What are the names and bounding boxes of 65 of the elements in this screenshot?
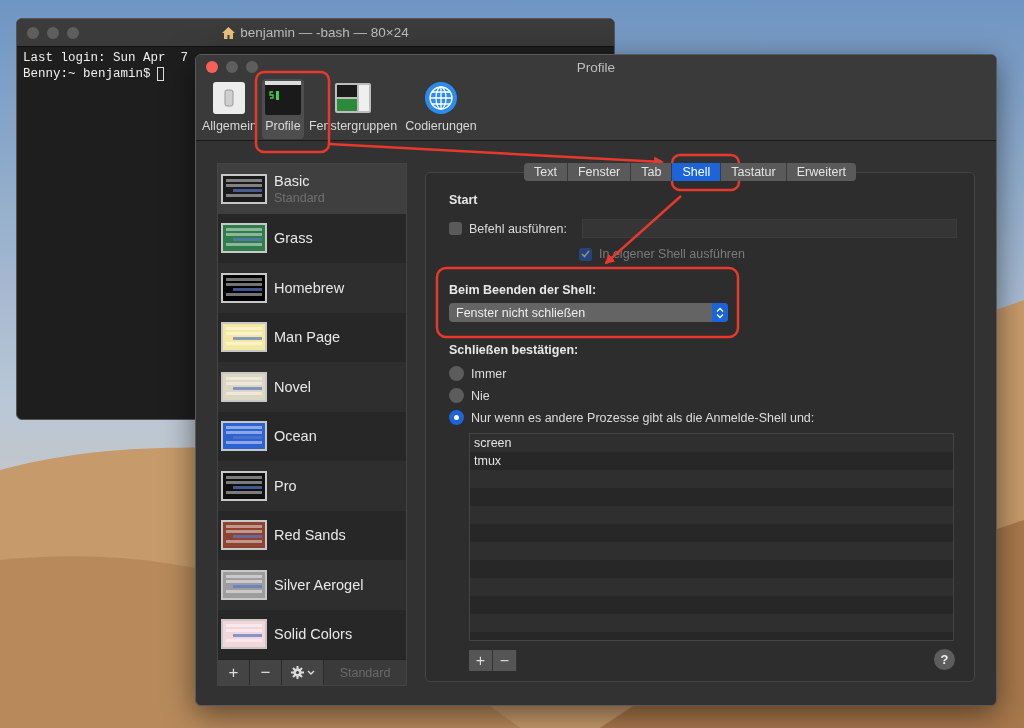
cursor-icon <box>156 67 164 81</box>
add-button[interactable]: + <box>218 660 250 685</box>
minimize-button[interactable] <box>47 26 59 39</box>
windows-icon <box>335 81 371 115</box>
tab[interactable]: Fenster <box>567 163 632 181</box>
terminal-line: Benny:~ benjamin$ <box>23 66 151 82</box>
stepper-icon <box>716 306 724 319</box>
toolbar-button[interactable]: Codierungen <box>402 79 480 139</box>
radio-button[interactable] <box>449 366 464 381</box>
profile-item[interactable]: Ocean <box>218 411 406 461</box>
section-heading: Schließen bestätigen: <box>449 343 580 357</box>
radio-button[interactable] <box>449 388 464 403</box>
profile-name: Pro <box>274 477 297 494</box>
profile-name: Red Sands <box>274 527 346 544</box>
radio-label: Nie <box>471 388 490 403</box>
checkbox[interactable] <box>449 222 462 235</box>
globe-icon <box>423 81 458 115</box>
settings-menu-button[interactable] <box>282 660 324 685</box>
profile-name: Man Page <box>274 329 341 346</box>
profile-name: Novel <box>274 378 312 395</box>
profile-name: Solid Colors <box>274 626 353 643</box>
toolbar-button[interactable]: Allgemein <box>199 79 260 139</box>
add-button[interactable]: + <box>469 650 493 671</box>
close-button[interactable] <box>206 61 218 73</box>
section-heading: Start <box>449 193 479 207</box>
profile-item[interactable]: Solid Colors <box>218 609 406 659</box>
caret-icon <box>306 670 315 675</box>
help-button[interactable]: ? <box>934 649 955 670</box>
house-icon <box>222 26 236 39</box>
profile-name: Grass <box>274 230 313 247</box>
profile-name: Silver Aerogel <box>274 576 364 593</box>
toolbar-button[interactable]: Profile <box>261 79 304 139</box>
tab[interactable]: Erweitert <box>786 163 857 181</box>
exit-action-dropdown[interactable]: Fenster nicht schließen <box>449 303 728 322</box>
radio-button[interactable] <box>449 410 464 425</box>
remove-button[interactable]: − <box>493 650 517 671</box>
tab[interactable]: Tab <box>631 163 673 181</box>
terminal-line: Last login: Sun Apr 7 <box>23 50 189 66</box>
section-heading: Beim Beenden der Shell: <box>449 283 598 297</box>
tab[interactable]: Tastatur <box>721 163 787 181</box>
tab[interactable]: Text <box>523 163 568 181</box>
profile-item[interactable]: Red Sands <box>218 510 406 560</box>
settings-icon <box>290 666 304 679</box>
minimize-button[interactable] <box>226 61 238 73</box>
radio-label: Immer <box>471 366 507 381</box>
checkbox-label: Befehl ausführen: <box>469 221 567 236</box>
command-field[interactable] <box>582 219 957 238</box>
process-item[interactable]: screen <box>470 434 953 452</box>
zoom-button[interactable] <box>246 61 258 73</box>
checkmark-icon <box>581 250 590 258</box>
tab[interactable]: Shell <box>672 163 722 181</box>
remove-button[interactable]: − <box>250 660 282 685</box>
profile-name: Ocean <box>274 428 317 445</box>
profile-item[interactable]: Man Page <box>218 312 406 362</box>
zoom-button[interactable] <box>67 26 79 39</box>
window-title: benjamin — -bash — 80×24 <box>240 25 409 40</box>
profile-name: Homebrew <box>274 279 345 296</box>
close-button[interactable] <box>27 26 39 39</box>
profile-name: Basic <box>274 172 311 189</box>
terminal-icon <box>264 81 301 115</box>
switch-icon <box>212 81 247 115</box>
process-item[interactable]: tmux <box>470 452 953 470</box>
window-title: Profile <box>576 59 616 75</box>
radio-label: Nur wenn es andere Prozesse gibt als die Anmelde-Shell und: <box>471 410 815 425</box>
profile-item[interactable]: Grass <box>218 213 406 263</box>
